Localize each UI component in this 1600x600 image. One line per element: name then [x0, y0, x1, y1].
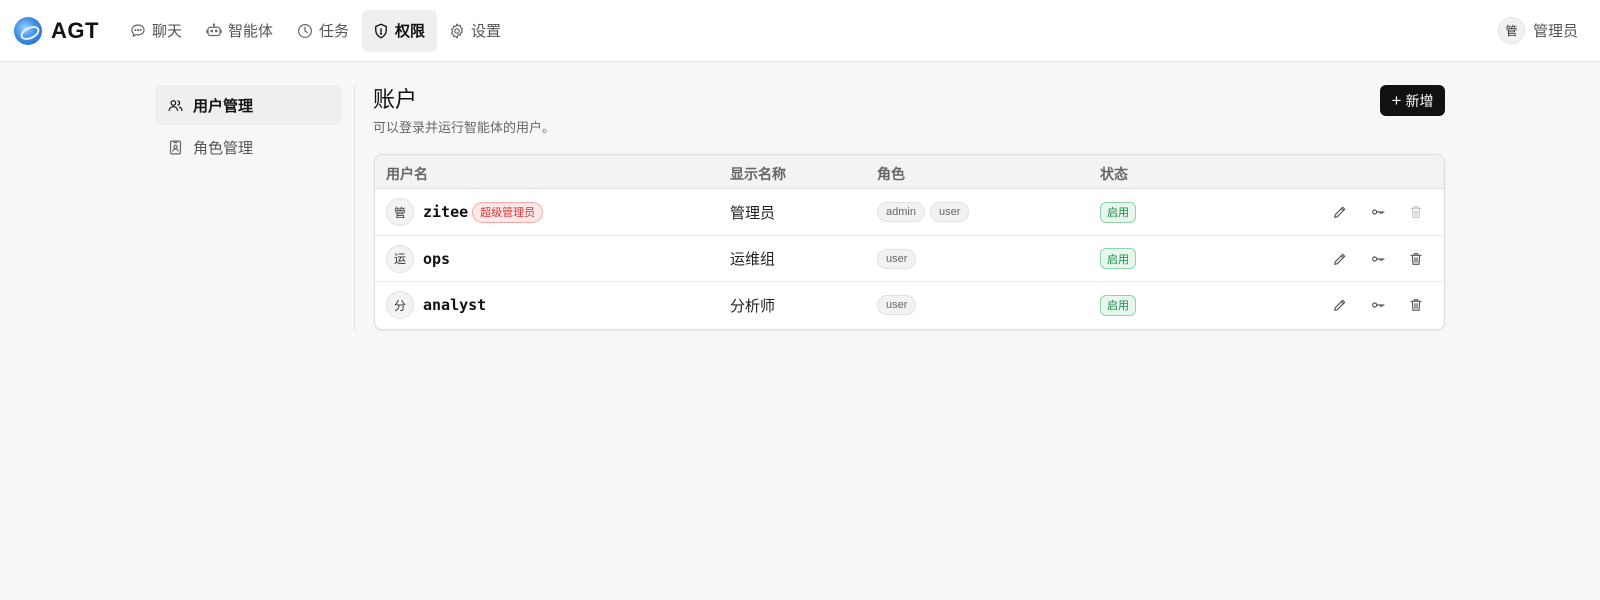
- row-actions: [1329, 282, 1443, 328]
- roles-cell: admin user: [877, 189, 974, 235]
- nav-item-label: 设置: [471, 23, 502, 40]
- add-button-label: 新增: [1405, 92, 1434, 109]
- roles-cell: user: [877, 282, 921, 328]
- column-header-display-name[interactable]: 显示名称: [730, 164, 786, 184]
- avatar: 管: [1497, 17, 1525, 44]
- table-row: 管 zitee 超级管理员 管理员 admin user 启用: [375, 189, 1444, 236]
- column-header-role[interactable]: 角色: [877, 164, 905, 184]
- sidebar-item-label: 角色管理: [193, 139, 254, 157]
- user-menu[interactable]: 管 管理员: [1497, 17, 1578, 44]
- roles-cell: user: [877, 236, 921, 282]
- status-badge: 启用: [1100, 294, 1136, 316]
- table-header: 用户名 显示名称 角色 状态: [375, 155, 1444, 189]
- display-name: 分析师: [730, 297, 776, 315]
- reset-password-button[interactable]: [1367, 201, 1389, 223]
- nav-item-label: 权限: [395, 23, 426, 40]
- plus-icon: +: [1391, 91, 1402, 110]
- top-navigation-bar: AGT 聊天 智能体 任务 权限 设置 管 管理员: [0, 0, 1600, 62]
- table-row: 运 ops 运维组 user 启用: [375, 236, 1444, 282]
- pencil-icon: [1334, 206, 1346, 218]
- trash-icon: [1410, 252, 1422, 265]
- edit-button[interactable]: [1329, 201, 1351, 223]
- status-cell: 启用: [1100, 236, 1136, 282]
- page-title: 账户: [373, 87, 418, 112]
- nav-item-tasks[interactable]: 任务: [286, 10, 361, 52]
- avatar: 分: [386, 291, 414, 319]
- column-header-username[interactable]: 用户名: [386, 164, 428, 184]
- delete-button[interactable]: [1405, 201, 1427, 223]
- username: analyst: [423, 296, 487, 314]
- sidebar-item-role-management[interactable]: 角色管理: [155, 127, 342, 167]
- permissions-side-menu: 用户管理 角色管理: [155, 85, 342, 169]
- avatar: 运: [386, 244, 414, 273]
- username-cell: 分 analyst: [386, 282, 486, 328]
- vertical-divider: [354, 86, 355, 330]
- main-nav: 聊天 智能体 任务 权限 设置: [119, 0, 514, 62]
- clock-icon: [296, 22, 314, 40]
- agt-logo-icon: [14, 16, 42, 45]
- accounts-table: 用户名 显示名称 角色 状态 管 zitee 超级管理员 管理员 admin u…: [374, 154, 1445, 330]
- nav-item-settings[interactable]: 设置: [438, 10, 513, 52]
- nav-item-label: 智能体: [227, 23, 273, 40]
- avatar: 管: [386, 198, 414, 226]
- id-badge-icon: [167, 139, 184, 156]
- nav-item-label: 聊天: [151, 23, 182, 40]
- users-icon: [167, 97, 184, 114]
- role-tag: user: [929, 202, 970, 222]
- status-badge: 启用: [1100, 201, 1136, 223]
- column-header-status[interactable]: 状态: [1100, 164, 1128, 184]
- username-cell: 管 zitee 超级管理员: [386, 189, 544, 235]
- key-icon: [1372, 209, 1385, 215]
- delete-button[interactable]: [1405, 294, 1427, 316]
- status-cell: 启用: [1100, 189, 1136, 235]
- role-tag: user: [877, 295, 917, 315]
- nav-item-label: 任务: [318, 23, 349, 40]
- status-cell: 启用: [1100, 282, 1136, 328]
- brand-name: AGT: [51, 17, 99, 43]
- nav-item-chat[interactable]: 聊天: [119, 10, 194, 52]
- sidebar-item-label: 用户管理: [193, 97, 254, 115]
- edit-button[interactable]: [1329, 248, 1351, 270]
- table-row: 分 analyst 分析师 user 启用: [375, 282, 1444, 329]
- pencil-icon: [1334, 253, 1346, 265]
- user-name: 管理员: [1532, 23, 1578, 40]
- sidebar-item-user-management[interactable]: 用户管理: [155, 85, 342, 125]
- nav-item-agents[interactable]: 智能体: [195, 10, 285, 52]
- username: zitee: [423, 203, 469, 221]
- status-badge: 启用: [1100, 248, 1136, 269]
- brand[interactable]: AGT: [14, 16, 99, 45]
- chat-bubble-icon: [129, 22, 147, 40]
- row-actions: [1329, 189, 1443, 235]
- display-name: 管理员: [730, 204, 776, 222]
- pencil-icon: [1334, 299, 1346, 311]
- key-icon: [1372, 302, 1385, 308]
- reset-password-button[interactable]: [1367, 248, 1389, 270]
- row-actions: [1329, 236, 1443, 282]
- nav-item-permissions[interactable]: 权限: [362, 9, 438, 52]
- reset-password-button[interactable]: [1367, 294, 1389, 316]
- username-cell: 运 ops: [386, 236, 450, 282]
- edit-button[interactable]: [1329, 294, 1351, 316]
- add-user-button[interactable]: + 新增: [1380, 85, 1445, 116]
- gear-icon: [448, 22, 466, 40]
- trash-icon: [1410, 206, 1422, 218]
- robot-icon: [205, 22, 223, 40]
- page-subtitle: 可以登录并运行智能体的用户。: [373, 120, 556, 135]
- role-tag: user: [877, 248, 917, 269]
- username: ops: [423, 249, 451, 268]
- super-admin-badge: 超级管理员: [472, 201, 544, 223]
- role-tag: admin: [877, 202, 925, 222]
- delete-button[interactable]: [1405, 248, 1427, 270]
- trash-icon: [1410, 299, 1422, 311]
- key-icon: [1372, 255, 1385, 262]
- shield-icon: [372, 22, 390, 40]
- display-name: 运维组: [730, 251, 776, 268]
